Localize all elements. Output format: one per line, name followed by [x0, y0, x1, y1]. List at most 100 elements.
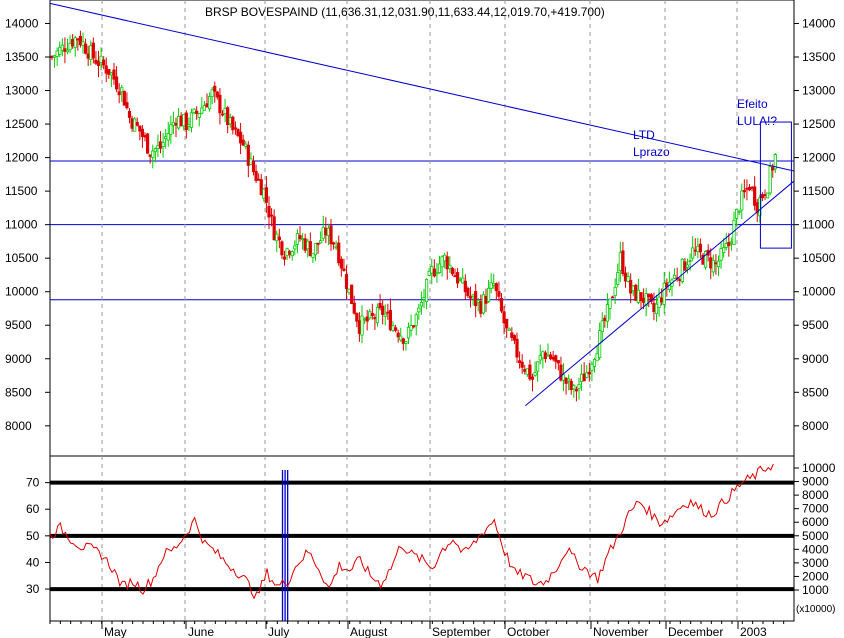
- candle-body: [275, 233, 279, 242]
- candle-body: [197, 113, 201, 118]
- oscillator-tick-label-left: 70: [26, 476, 40, 490]
- candle-body: [714, 262, 718, 265]
- candle-body: [174, 122, 178, 126]
- candle-body: [634, 284, 638, 301]
- candle-body: [202, 105, 207, 111]
- candle-body: [303, 238, 307, 251]
- candle-body: [60, 44, 64, 51]
- candle-body: [285, 248, 289, 257]
- candle-body: [300, 238, 305, 241]
- candle-body: [401, 338, 405, 344]
- candle-body: [528, 364, 532, 380]
- candle-body: [399, 335, 403, 341]
- candle-body: [564, 377, 568, 384]
- candle-body: [383, 313, 387, 317]
- candle-body: [76, 38, 80, 41]
- candle-body: [277, 236, 281, 241]
- candle-body: [347, 288, 351, 294]
- candle-body: [474, 291, 478, 307]
- candle-body: [373, 317, 377, 320]
- candle-body: [577, 384, 581, 389]
- candle-body: [246, 144, 250, 166]
- candle-body: [424, 278, 429, 302]
- oscillator-tick-label-right: 5000: [802, 529, 829, 543]
- candle-body: [481, 294, 486, 314]
- candle-body: [231, 116, 235, 131]
- price-panel: [49, 0, 795, 457]
- candle-body: [388, 309, 393, 331]
- candle-body: [295, 233, 300, 245]
- oscillator-tick-label-right: 8000: [802, 488, 829, 502]
- price-tick-label-right: 12000: [802, 151, 836, 165]
- candle-body: [719, 248, 723, 261]
- candle-body: [396, 332, 400, 338]
- candle-body: [107, 69, 111, 75]
- candle-body: [220, 113, 225, 116]
- candle-body: [440, 256, 444, 268]
- candle-body: [639, 292, 643, 302]
- month-label: August: [350, 625, 388, 638]
- candle-body: [660, 297, 664, 303]
- candle-body: [502, 311, 506, 324]
- price-tick-label-left: 13500: [5, 50, 39, 64]
- candle-body: [768, 166, 772, 194]
- candle-body: [140, 128, 145, 138]
- candle-body: [574, 389, 579, 392]
- candle-body: [86, 53, 90, 59]
- candle-body: [120, 87, 124, 93]
- price-tick-label-right: 11000: [802, 218, 835, 232]
- candle-body: [166, 133, 170, 141]
- candle-body: [133, 118, 137, 132]
- candle-body: [608, 298, 612, 309]
- price-tick-label-left: 9000: [5, 352, 32, 366]
- candle-body: [324, 227, 328, 236]
- candle-body: [91, 42, 95, 59]
- candle-body: [226, 107, 230, 126]
- candle-body: [657, 296, 661, 308]
- candle-body: [430, 266, 434, 274]
- candle-body: [238, 131, 243, 144]
- candle-body: [233, 127, 238, 130]
- candle-body: [417, 307, 421, 313]
- candle-body: [280, 241, 284, 256]
- oscillator-tick-label-left: 50: [26, 529, 40, 543]
- candle-body: [329, 225, 333, 245]
- candle-body: [466, 287, 470, 297]
- price-tick-label-right: 9500: [802, 318, 829, 332]
- candle-body: [709, 257, 713, 269]
- candle-body: [572, 385, 576, 390]
- candle-body: [187, 124, 191, 127]
- candle-body: [512, 335, 517, 341]
- candle-body: [293, 245, 297, 250]
- candle-body: [355, 313, 359, 322]
- candle-body: [554, 355, 558, 362]
- candle-body: [727, 242, 731, 246]
- candle-body: [486, 287, 491, 302]
- candle-body: [750, 186, 754, 189]
- candle-body: [393, 327, 398, 331]
- price-tick-label-right: 10500: [802, 251, 836, 265]
- candle-body: [696, 245, 700, 252]
- month-label: December: [668, 625, 723, 638]
- lula-note-line2: LULA!?: [737, 114, 777, 128]
- candle-body: [654, 303, 659, 315]
- candle-body: [450, 267, 455, 275]
- candle-body: [189, 112, 194, 128]
- candle-body: [556, 360, 560, 364]
- month-label: October: [507, 625, 550, 638]
- candle-body: [135, 121, 139, 126]
- price-tick-label-left: 12500: [5, 117, 39, 131]
- candle-body: [412, 325, 416, 328]
- candle-body: [73, 37, 77, 48]
- candle-body: [264, 187, 269, 203]
- candle-body: [375, 306, 380, 324]
- candle-body: [164, 136, 168, 139]
- candle-body: [688, 260, 692, 263]
- candle-body: [734, 209, 739, 219]
- candle-body: [89, 45, 93, 60]
- candle-body: [404, 341, 408, 344]
- candle-body: [747, 186, 752, 191]
- candle-body: [381, 305, 385, 315]
- candle-body: [169, 124, 173, 135]
- candle-body: [437, 263, 442, 273]
